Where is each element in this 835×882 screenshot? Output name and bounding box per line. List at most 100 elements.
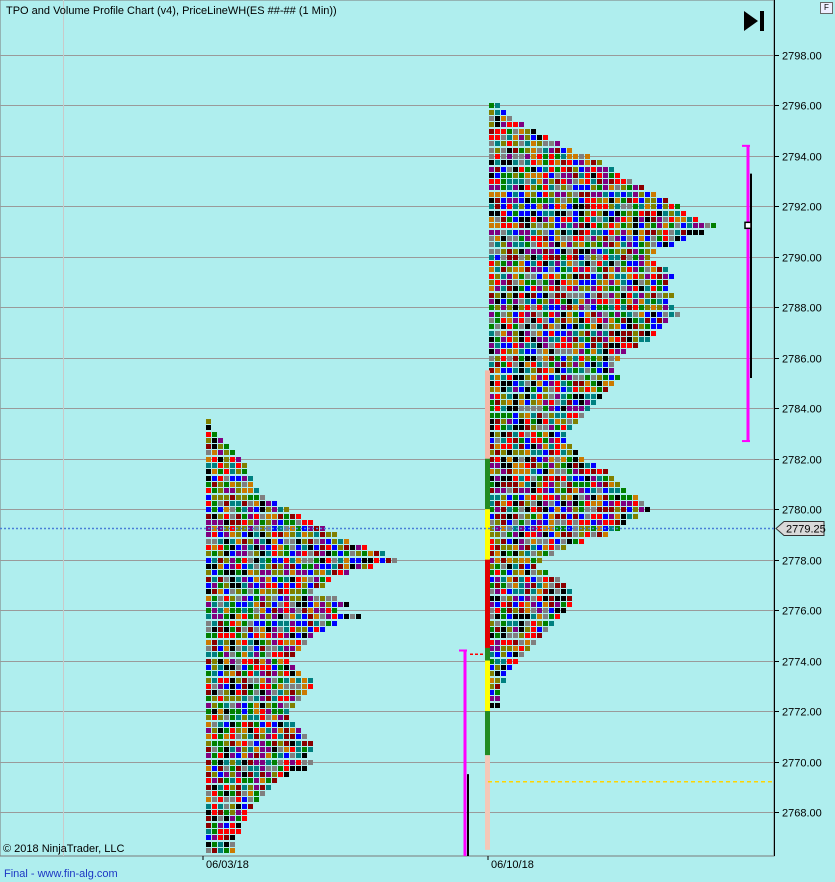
skip-to-end-icon[interactable] (742, 10, 768, 32)
tpo-block (627, 312, 632, 317)
tpo-block (242, 778, 247, 783)
tpo-block (368, 564, 373, 569)
tpo-block (218, 444, 223, 449)
tpo-block (627, 293, 632, 298)
tpo-block (507, 362, 512, 367)
tpo-block (501, 141, 506, 146)
tpo-block (495, 217, 500, 222)
tpo-block (573, 337, 578, 342)
tpo-block (266, 696, 271, 701)
tpo-block (296, 539, 301, 544)
tpo-block (633, 514, 638, 519)
tpo-block (531, 242, 536, 247)
tpo-block (212, 829, 217, 834)
tpo-block (507, 463, 512, 468)
price-tick-label: 2778.00 (782, 556, 822, 568)
tpo-block (519, 356, 524, 361)
tpo-block (639, 192, 644, 197)
tpo-block (651, 274, 656, 279)
tpo-block (501, 633, 506, 638)
tpo-block (585, 255, 590, 260)
tpo-block (663, 198, 668, 203)
tpo-block (633, 318, 638, 323)
tpo-block (591, 368, 596, 373)
tpo-block (573, 331, 578, 336)
tpo-block (224, 848, 229, 853)
tpo-block (495, 192, 500, 197)
tpo-block (561, 495, 566, 500)
tpo-block (567, 318, 572, 323)
tpo-block (627, 267, 632, 272)
tpo-block (603, 375, 608, 380)
tpo-block (537, 217, 542, 222)
tpo-block (489, 204, 494, 209)
tpo-block (513, 217, 518, 222)
tpo-block (224, 829, 229, 834)
tpo-block (675, 204, 680, 209)
tpo-block (248, 532, 253, 537)
tpo-block (501, 135, 506, 140)
tpo-block (284, 570, 289, 575)
tpo-block (344, 564, 349, 569)
tpo-block (561, 469, 566, 474)
tpo-block (296, 627, 301, 632)
tpo-block (519, 520, 524, 525)
tpo-block (519, 362, 524, 367)
tpo-block (555, 204, 560, 209)
tpo-block (308, 741, 313, 746)
tpo-block (603, 501, 608, 506)
tpo-block (555, 432, 560, 437)
tpo-block (525, 179, 530, 184)
tpo-block (543, 406, 548, 411)
tpo-block (639, 255, 644, 260)
tpo-block (621, 501, 626, 506)
tpo-block (591, 280, 596, 285)
tpo-block (290, 564, 295, 569)
price-tick-label: 2770.00 (782, 758, 822, 770)
tpo-block (206, 741, 211, 746)
tpo-block (236, 596, 241, 601)
tpo-block (489, 305, 494, 310)
tpo-block (597, 185, 602, 190)
tpo-block (561, 444, 566, 449)
tpo-block (501, 463, 506, 468)
tpo-block (260, 627, 265, 632)
tpo-block (651, 217, 656, 222)
tpo-block (224, 633, 229, 638)
tpo-block (278, 564, 283, 569)
tpo-block (296, 734, 301, 739)
tpo-block (627, 274, 632, 279)
tpo-block (543, 343, 548, 348)
tpo-block (501, 507, 506, 512)
tpo-block (597, 387, 602, 392)
tpo-block (212, 690, 217, 695)
tpo-block (597, 204, 602, 209)
tpo-block (627, 343, 632, 348)
tpo-block (242, 816, 247, 821)
tpo-block (278, 678, 283, 683)
tpo-block (519, 185, 524, 190)
tpo-block (507, 179, 512, 184)
tpo-block (212, 627, 217, 632)
tpo-block (603, 236, 608, 241)
tpo-block (314, 539, 319, 544)
tpo-block (597, 242, 602, 247)
tpo-block (573, 532, 578, 537)
tpo-block (296, 728, 301, 733)
tpo-block (543, 349, 548, 354)
footer-link[interactable]: Final - www.fin-alg.com (4, 868, 118, 880)
tpo-block (284, 709, 289, 714)
tpo-block (206, 835, 211, 840)
tpo-block (338, 570, 343, 575)
tpo-block (290, 551, 295, 556)
tpo-block (272, 596, 277, 601)
format-button[interactable]: F (820, 2, 833, 14)
tpo-block (266, 659, 271, 664)
tpo-block (206, 545, 211, 550)
tpo-block (254, 646, 259, 651)
tpo-block (218, 545, 223, 550)
tpo-block (573, 179, 578, 184)
tpo-block (615, 507, 620, 512)
tpo-block (609, 204, 614, 209)
tpo-block (230, 488, 235, 493)
